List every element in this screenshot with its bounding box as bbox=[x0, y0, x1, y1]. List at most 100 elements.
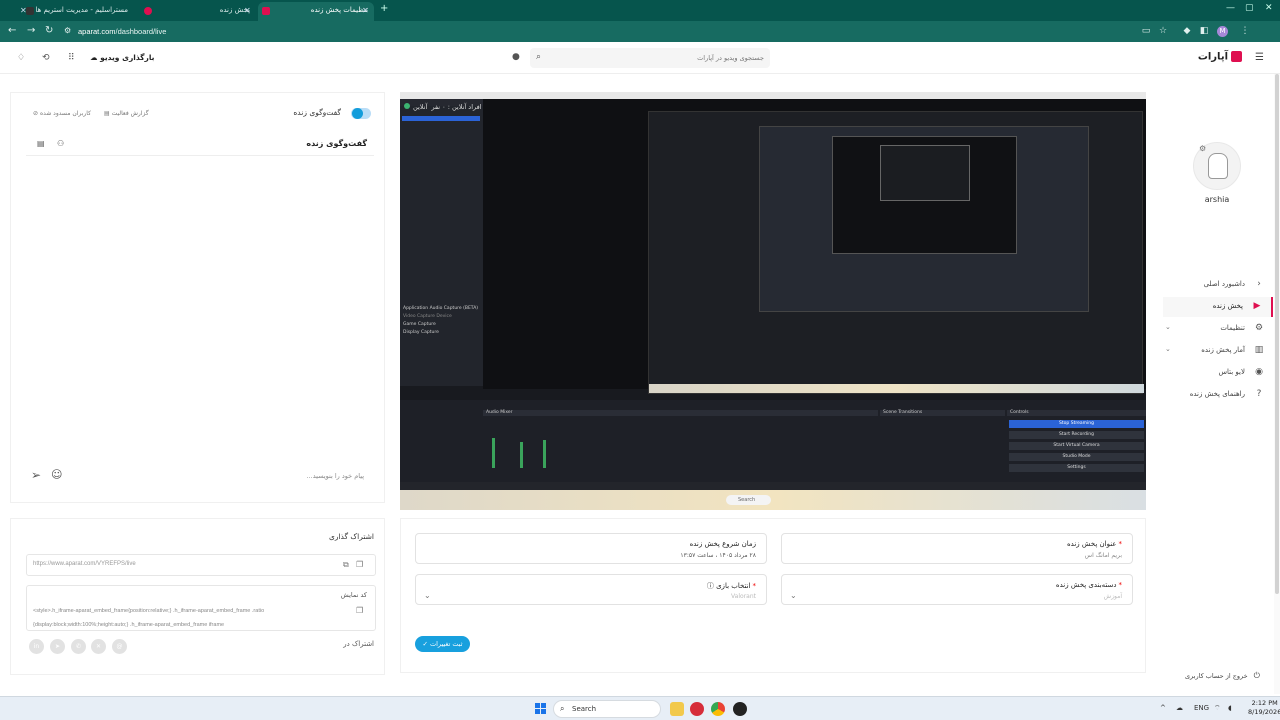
url-path: /dashboard/live bbox=[115, 27, 167, 36]
obs-taskbar-search: Search bbox=[726, 495, 771, 505]
language-indicator[interactable]: ENG bbox=[1194, 704, 1209, 712]
browser-tab-streams[interactable]: مستراسلیم - مدیریت استریم ها ✕ bbox=[14, 2, 134, 19]
upload-video-button[interactable]: بارگذاری ویدیو ☁ bbox=[90, 50, 154, 66]
browser-tab-live[interactable]: پخش زنده ✕ bbox=[138, 2, 256, 19]
blocked-users-tab[interactable]: کاربران مسدود شده ⊘ bbox=[33, 110, 91, 117]
stream-title-label: *عنوان پخش زنده bbox=[1066, 540, 1122, 548]
save-changes-button[interactable]: ثبت تغییرات ✓ bbox=[415, 636, 470, 652]
sidebar-item-dashboard[interactable]: ‹ داشبورد اصلی bbox=[1163, 275, 1273, 295]
browser-profile-avatar[interactable]: M bbox=[1217, 26, 1228, 37]
new-tab-button[interactable]: + bbox=[380, 3, 388, 14]
file-explorer-icon[interactable] bbox=[670, 702, 684, 716]
address-bar[interactable]: aparat.com/dashboard/live bbox=[78, 25, 166, 38]
sidebar-item-stats[interactable]: ▥ آمار پخش زنده ⌄ bbox=[1163, 341, 1273, 361]
copy-icon[interactable]: ❐ bbox=[356, 606, 363, 615]
studio-icon[interactable]: ⟲ bbox=[42, 53, 50, 63]
minimize-icon[interactable]: — bbox=[1226, 3, 1235, 13]
search-box: ⌕ bbox=[530, 48, 770, 68]
logout-button[interactable]: ⏻ خروج از حساب کاربری bbox=[1175, 671, 1260, 681]
close-window-icon[interactable]: ✕ bbox=[1265, 3, 1273, 13]
maximize-icon[interactable]: ▢ bbox=[1245, 3, 1254, 13]
menu-dots-icon[interactable]: ⋮ bbox=[1240, 26, 1250, 36]
taskbar-search[interactable]: ⌕ Search bbox=[553, 700, 661, 718]
emoji-icon[interactable]: ☺ bbox=[51, 468, 62, 481]
audio-meter bbox=[520, 442, 523, 468]
back-icon[interactable]: ← bbox=[8, 25, 16, 37]
notification-icon[interactable]: ♢ bbox=[17, 53, 25, 63]
close-icon[interactable]: ✕ bbox=[20, 2, 27, 19]
nested-obs-window bbox=[759, 126, 1089, 312]
sidebar-item-settings[interactable]: ⚙ تنظیمات ⌄ bbox=[1163, 319, 1273, 339]
broadcast-icon: ◉ bbox=[1255, 367, 1263, 377]
viewers-count: افراد آنلاین : ۰ نفر bbox=[431, 103, 482, 111]
chart-icon: ▥ bbox=[1254, 345, 1264, 355]
sidebar-item-live[interactable]: ▶ پخش زنده bbox=[1163, 297, 1273, 317]
x-icon[interactable]: ✕ bbox=[91, 639, 106, 654]
wifi-icon[interactable]: ⌔ bbox=[1214, 704, 1221, 713]
taskbar-search-label: Search bbox=[572, 705, 597, 713]
close-icon[interactable]: ✕ bbox=[244, 2, 251, 19]
opera-icon[interactable] bbox=[690, 702, 704, 716]
aparat-icon bbox=[144, 7, 152, 15]
hamburger-menu-icon[interactable]: ☰ bbox=[1255, 52, 1264, 63]
telegram-icon[interactable]: ➤ bbox=[50, 639, 65, 654]
bookmark-star-icon[interactable]: ☆ bbox=[1158, 26, 1168, 36]
category-select[interactable]: *دسته‌بندی پخش زنده آموزش ⌄ bbox=[781, 574, 1133, 605]
gear-icon[interactable]: ⚙ bbox=[1199, 144, 1206, 153]
close-icon[interactable]: ✕ bbox=[362, 2, 369, 19]
apps-grid-icon[interactable]: ⠿ bbox=[68, 53, 75, 63]
cast-icon[interactable]: ▭ bbox=[1141, 26, 1151, 36]
obs-sources-panel: Application Audio Capture (BETA) Video C… bbox=[400, 298, 483, 348]
whatsapp-icon[interactable]: ✆ bbox=[71, 639, 86, 654]
taskbar-clock[interactable]: 2:12 PM 8/19/2026 bbox=[1248, 699, 1280, 717]
linkedin-icon[interactable]: in bbox=[29, 639, 44, 654]
start-time-field[interactable]: زمان شروع پخش زنده ۲۸ مرداد ۱۴۰۵ ، ساعت … bbox=[415, 533, 767, 564]
microphone-icon[interactable]: ● bbox=[512, 52, 520, 62]
stream-title-field[interactable]: *عنوان پخش زنده بریم امانگ اس bbox=[781, 533, 1133, 564]
obs-source: Application Audio Capture (BETA) bbox=[403, 306, 479, 311]
obs-icon[interactable] bbox=[733, 702, 747, 716]
reload-icon[interactable]: ↻ bbox=[45, 25, 53, 37]
category-value: آموزش bbox=[1103, 593, 1122, 600]
chat-message-input[interactable]: پیام خود را بنویسید... bbox=[307, 472, 365, 480]
chrome-icon[interactable] bbox=[711, 702, 725, 716]
chat-toggle[interactable] bbox=[351, 108, 371, 119]
embed-label: کد نمایش bbox=[340, 591, 367, 599]
open-link-icon[interactable]: ⧉ bbox=[343, 560, 349, 570]
embed-code-field[interactable]: کد نمایش <style>.h_iframe-aparat_embed_f… bbox=[26, 585, 376, 631]
site-info-icon[interactable]: ⚙ bbox=[64, 25, 71, 37]
obs-stop-streaming: Stop Streaming bbox=[1009, 420, 1144, 428]
sidebar-item-help[interactable]: ? راهنمای پخش زنده bbox=[1163, 385, 1273, 405]
sidebar-item-label: لایو بتاس bbox=[1218, 368, 1245, 376]
shield-icon[interactable]: ◆ bbox=[1182, 26, 1192, 36]
category-label: *دسته‌بندی پخش زنده bbox=[1055, 581, 1122, 589]
browser-tab-live-settings[interactable]: تنظیمات پخش زنده ✕ bbox=[258, 2, 374, 21]
share-link: https://www.aparat.com/VYREFPS/live bbox=[33, 561, 136, 567]
tab-title: تنظیمات پخش زنده bbox=[310, 6, 368, 14]
label-text: دسته‌بندی پخش زنده bbox=[1055, 581, 1117, 589]
share-link-field[interactable]: https://www.aparat.com/VYREFPS/live ⧉ ❐ bbox=[26, 554, 376, 576]
scrollbar-thumb[interactable] bbox=[1275, 74, 1279, 594]
tray-chevron-icon[interactable]: ^ bbox=[1160, 704, 1166, 712]
sidebar-item-live-box[interactable]: ◉ لایو بتاس bbox=[1163, 363, 1273, 383]
copy-icon[interactable]: ❐ bbox=[356, 560, 363, 569]
extensions-icon[interactable]: ◧ bbox=[1199, 26, 1209, 36]
channel-name: arshia bbox=[1204, 195, 1230, 204]
threads-icon[interactable]: @ bbox=[112, 639, 127, 654]
aparat-logo[interactable]: آپارات bbox=[1198, 51, 1242, 63]
windows-start-icon[interactable] bbox=[535, 703, 547, 715]
live-preview[interactable]: افراد آنلاین : ۰ نفر آنلاین Application … bbox=[400, 92, 1146, 510]
send-icon[interactable]: ➢ bbox=[31, 468, 41, 482]
activity-report-tab[interactable]: گزارش فعالیت ▤ bbox=[104, 110, 149, 117]
tab-title: مستراسلیم - مدیریت استریم ها bbox=[35, 6, 128, 14]
game-select[interactable]: *انتخاب بازی ⓘ Valorant ⌄ bbox=[415, 574, 767, 605]
tray-network-icon[interactable]: ☁ bbox=[1176, 704, 1183, 712]
users-icon[interactable]: ⚇ bbox=[57, 139, 64, 148]
volume-icon[interactable]: ◖ bbox=[1228, 704, 1232, 712]
aparat-logo-icon bbox=[1231, 51, 1242, 62]
forward-icon[interactable]: → bbox=[27, 25, 35, 37]
search-input[interactable] bbox=[564, 51, 764, 65]
list-icon[interactable]: ▤ bbox=[37, 139, 45, 148]
page-scrollbar[interactable] bbox=[1274, 74, 1280, 694]
search-icon[interactable]: ⌕ bbox=[536, 52, 541, 62]
